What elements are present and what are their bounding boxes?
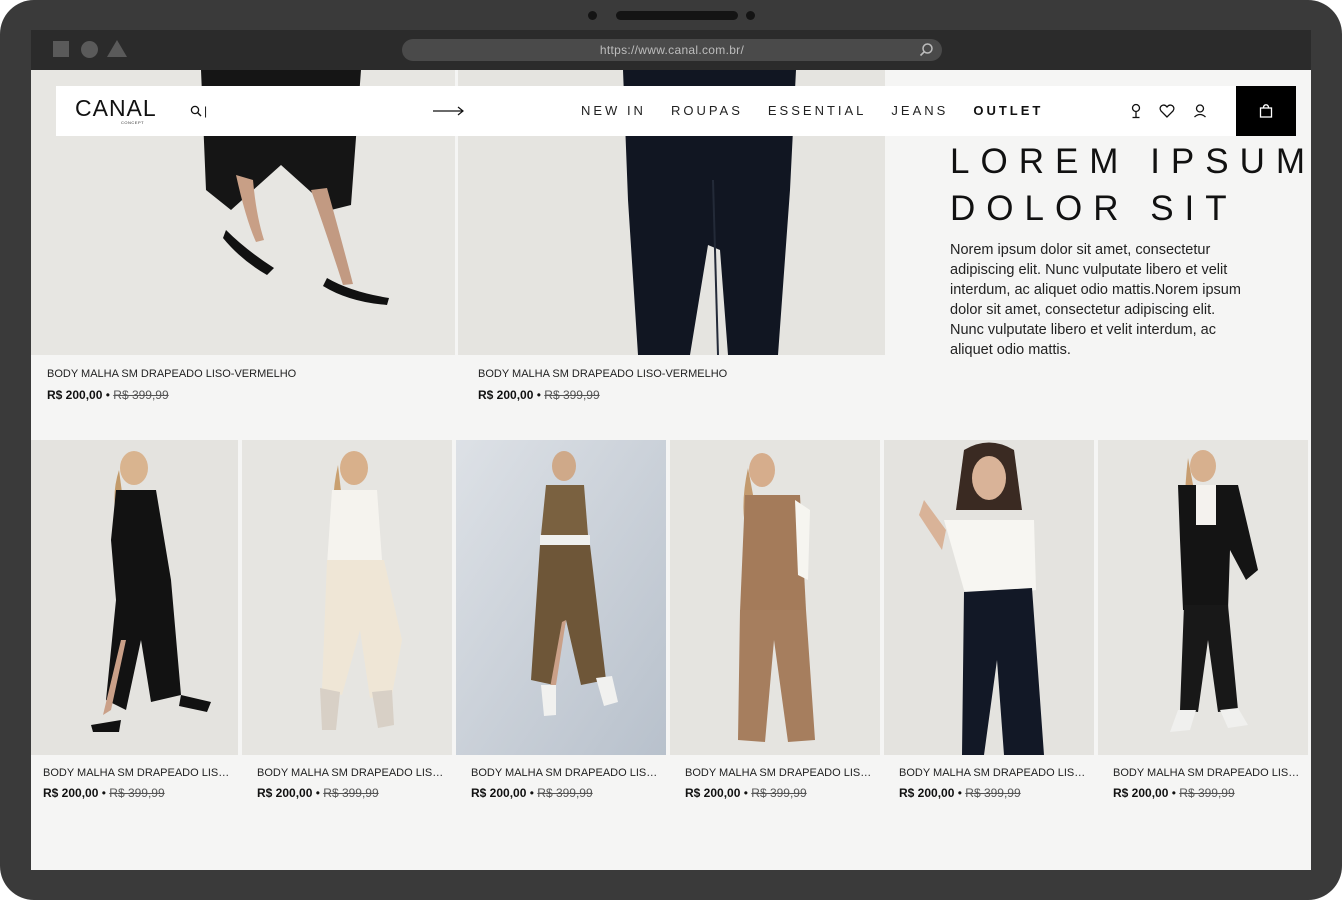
product-name-3[interactable]: BODY MALHA SM DRAPEADO LISO-VERMELHO xyxy=(471,767,665,779)
featured-product-name-2[interactable]: BODY MALHA SM DRAPEADO LISO-VERMELHO xyxy=(478,368,878,380)
product-image-1[interactable] xyxy=(31,440,238,755)
product-image-5[interactable] xyxy=(884,440,1094,755)
price-original: R$ 399,99 xyxy=(323,786,379,800)
sensor-dot xyxy=(746,11,755,20)
heart-icon[interactable] xyxy=(1158,102,1176,120)
product-price-3: R$ 200,00 • R$ 399,99 xyxy=(471,786,593,800)
product-name-5[interactable]: BODY MALHA SM DRAPEADO LISO-VERMELHO xyxy=(899,767,1093,779)
triangle-shape-icon xyxy=(107,40,127,57)
product-name-6[interactable]: BODY MALHA SM DRAPEADO LISO-VERMELHO xyxy=(1113,767,1307,779)
hero-title-line-2: DOLOR SIT xyxy=(950,189,1238,228)
price-separator: • xyxy=(743,786,748,800)
price-current: R$ 200,00 xyxy=(257,786,313,800)
price-original: R$ 399,99 xyxy=(544,388,600,402)
price-original: R$ 399,99 xyxy=(965,786,1021,800)
price-current: R$ 200,00 xyxy=(899,786,955,800)
price-separator: • xyxy=(529,786,534,800)
product-price-2: R$ 200,00 • R$ 399,99 xyxy=(257,786,379,800)
price-current: R$ 200,00 xyxy=(43,786,99,800)
arrow-right-icon[interactable] xyxy=(433,105,465,117)
logo-wordmark: CANAL xyxy=(75,95,157,121)
search-icon[interactable] xyxy=(190,105,202,117)
shopping-bag-icon xyxy=(1259,104,1273,118)
product-image-6[interactable] xyxy=(1098,440,1308,755)
search-input[interactable] xyxy=(204,102,444,120)
site-header: CANAL CONCEPT NEW IN ROUPAS ESSENTIAL JE… xyxy=(56,86,1296,136)
price-original: R$ 399,99 xyxy=(537,786,593,800)
product-price-1: R$ 200,00 • R$ 399,99 xyxy=(43,786,165,800)
product-price-5: R$ 200,00 • R$ 399,99 xyxy=(899,786,1021,800)
user-icon[interactable] xyxy=(1191,102,1209,120)
price-separator: • xyxy=(536,388,541,402)
logo-subtitle: CONCEPT xyxy=(121,120,145,125)
product-name-1[interactable]: BODY MALHA SM DRAPEADO LISO-VERMELHO xyxy=(43,767,235,779)
price-separator: • xyxy=(957,786,962,800)
product-image-4[interactable] xyxy=(670,440,880,755)
main-nav: NEW IN ROUPAS ESSENTIAL JEANS OUTLET xyxy=(581,103,1068,121)
url-text: https://www.canal.com.br/ xyxy=(599,43,745,57)
featured-product-name-1[interactable]: BODY MALHA SM DRAPEADO LISO-VERMELHO xyxy=(47,368,447,380)
camera-dot xyxy=(588,11,597,20)
product-image-2[interactable] xyxy=(242,440,452,755)
featured-product-price-1: R$ 200,00 • R$ 399,99 xyxy=(47,388,169,402)
circle-shape-icon xyxy=(81,41,98,58)
nav-item-essential[interactable]: ESSENTIAL xyxy=(768,103,867,121)
brand-logo[interactable]: CANAL CONCEPT xyxy=(75,95,157,126)
product-name-2[interactable]: BODY MALHA SM DRAPEADO LISO-VERMELHO xyxy=(257,767,451,779)
product-price-4: R$ 200,00 • R$ 399,99 xyxy=(685,786,807,800)
product-name-4[interactable]: BODY MALHA SM DRAPEADO LISO-VERMELHO xyxy=(685,767,879,779)
nav-item-jeans[interactable]: JEANS xyxy=(891,103,948,121)
featured-product-price-2: R$ 200,00 • R$ 399,99 xyxy=(478,388,600,402)
price-separator: • xyxy=(105,388,110,402)
product-image-3[interactable] xyxy=(456,440,666,755)
hero-paragraph: Norem ipsum dolor sit amet, consectetur … xyxy=(950,242,1241,358)
speaker-bar xyxy=(616,11,738,20)
square-shape-icon xyxy=(53,41,69,57)
price-original: R$ 399,99 xyxy=(751,786,807,800)
nav-item-new-in[interactable]: NEW IN xyxy=(581,103,646,121)
hero-title: LOREM IPSUM DOLOR SIT xyxy=(950,138,1311,232)
page-viewport: BODY MALHA SM DRAPEADO LISO-VERMELHO R$ … xyxy=(31,70,1311,870)
nav-item-outlet[interactable]: OUTLET xyxy=(973,103,1043,121)
price-current: R$ 200,00 xyxy=(478,388,534,402)
price-separator: • xyxy=(315,786,320,800)
nav-item-roupas[interactable]: ROUPAS xyxy=(671,103,743,121)
price-current: R$ 200,00 xyxy=(685,786,741,800)
price-separator: • xyxy=(101,786,106,800)
price-original: R$ 399,99 xyxy=(109,786,165,800)
browser-chrome: https://www.canal.com.br/ xyxy=(31,30,1311,70)
price-original: R$ 399,99 xyxy=(113,388,169,402)
price-separator: • xyxy=(1171,786,1176,800)
cart-button[interactable] xyxy=(1236,86,1296,136)
price-current: R$ 200,00 xyxy=(471,786,527,800)
hero-title-line-1: LOREM IPSUM xyxy=(950,142,1311,181)
price-current: R$ 200,00 xyxy=(47,388,103,402)
address-bar[interactable]: https://www.canal.com.br/ xyxy=(402,39,942,61)
price-original: R$ 399,99 xyxy=(1179,786,1235,800)
search-icon[interactable] xyxy=(918,42,934,58)
location-pin-icon[interactable] xyxy=(1127,102,1145,120)
product-price-6: R$ 200,00 • R$ 399,99 xyxy=(1113,786,1235,800)
price-current: R$ 200,00 xyxy=(1113,786,1169,800)
